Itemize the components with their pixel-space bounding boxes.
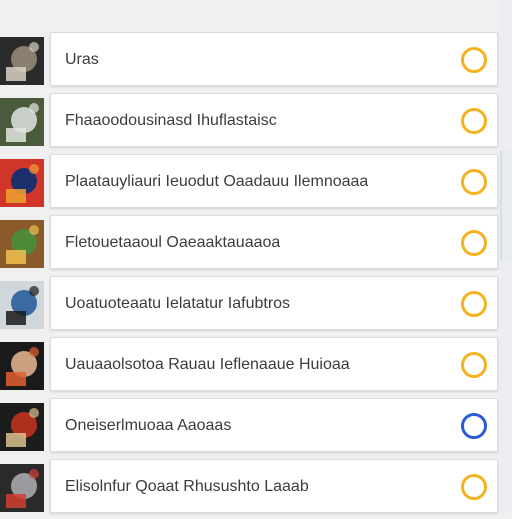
list-item[interactable]: Uauaaolsotoa Rauau Ieflenaaue Huioaa	[0, 337, 512, 397]
list-item[interactable]: Fhaaoodousinasd Ihuflastaisc	[0, 93, 512, 153]
item-thumbnail	[0, 464, 44, 512]
list-item[interactable]: Elisolnfur Qoaat Rhusushto Laaab	[0, 459, 512, 519]
radio-ring-icon[interactable]	[461, 291, 487, 317]
item-thumbnail	[0, 159, 44, 207]
item-thumbnail	[0, 342, 44, 390]
item-label: Fletouetaaoul Oaeaaktauaaoa	[65, 234, 281, 251]
radio-ring-icon[interactable]	[461, 108, 487, 134]
item-label: Uauaaolsotoa Rauau Ieflenaaue Huioaa	[65, 356, 350, 373]
item-card[interactable]: Oneiserlmuoaa Aaoaas	[50, 398, 498, 452]
item-thumbnail	[0, 281, 44, 329]
item-thumbnail	[0, 220, 44, 268]
list-item[interactable]: Plaatauyliauri Ieuodut Oaadauu Ilemnoaaa	[0, 154, 512, 214]
item-card[interactable]: Elisolnfur Qoaat Rhusushto Laaab	[50, 459, 498, 513]
item-label: Uoatuoteaatu Ielatatur Iafubtros	[65, 295, 291, 312]
radio-ring-icon[interactable]	[461, 230, 487, 256]
item-thumbnail	[0, 98, 44, 146]
item-card[interactable]: Plaatauyliauri Ieuodut Oaadauu Ilemnoaaa	[50, 154, 498, 208]
item-label: Uras	[65, 51, 99, 68]
list-item[interactable]: Fletouetaaoul Oaeaaktauaaoa	[0, 215, 512, 275]
item-card[interactable]: Uras	[50, 32, 498, 86]
item-card[interactable]: Fhaaoodousinasd Ihuflastaisc	[50, 93, 498, 147]
list-item[interactable]: Oneiserlmuoaa Aaoaas	[0, 398, 512, 458]
item-label: Elisolnfur Qoaat Rhusushto Laaab	[65, 478, 309, 495]
item-card[interactable]: Uoatuoteaatu Ielatatur Iafubtros	[50, 276, 498, 330]
item-label: Oneiserlmuoaa Aaoaas	[65, 417, 232, 434]
radio-selected-icon[interactable]	[461, 413, 487, 439]
radio-ring-icon[interactable]	[461, 352, 487, 378]
item-thumbnail	[0, 37, 44, 85]
item-label: Fhaaoodousinasd Ihuflastaisc	[65, 112, 277, 129]
radio-ring-icon[interactable]	[461, 474, 487, 500]
radio-ring-icon[interactable]	[461, 169, 487, 195]
list-item[interactable]: Uoatuoteaatu Ielatatur Iafubtros	[0, 276, 512, 336]
radio-ring-icon[interactable]	[461, 47, 487, 73]
item-label: Plaatauyliauri Ieuodut Oaadauu Ilemnoaaa	[65, 173, 369, 190]
item-thumbnail	[0, 403, 44, 451]
list-item[interactable]: Uras	[0, 32, 512, 92]
item-card[interactable]: Uauaaolsotoa Rauau Ieflenaaue Huioaa	[50, 337, 498, 391]
item-card[interactable]: Fletouetaaoul Oaeaaktauaaoa	[50, 215, 498, 269]
